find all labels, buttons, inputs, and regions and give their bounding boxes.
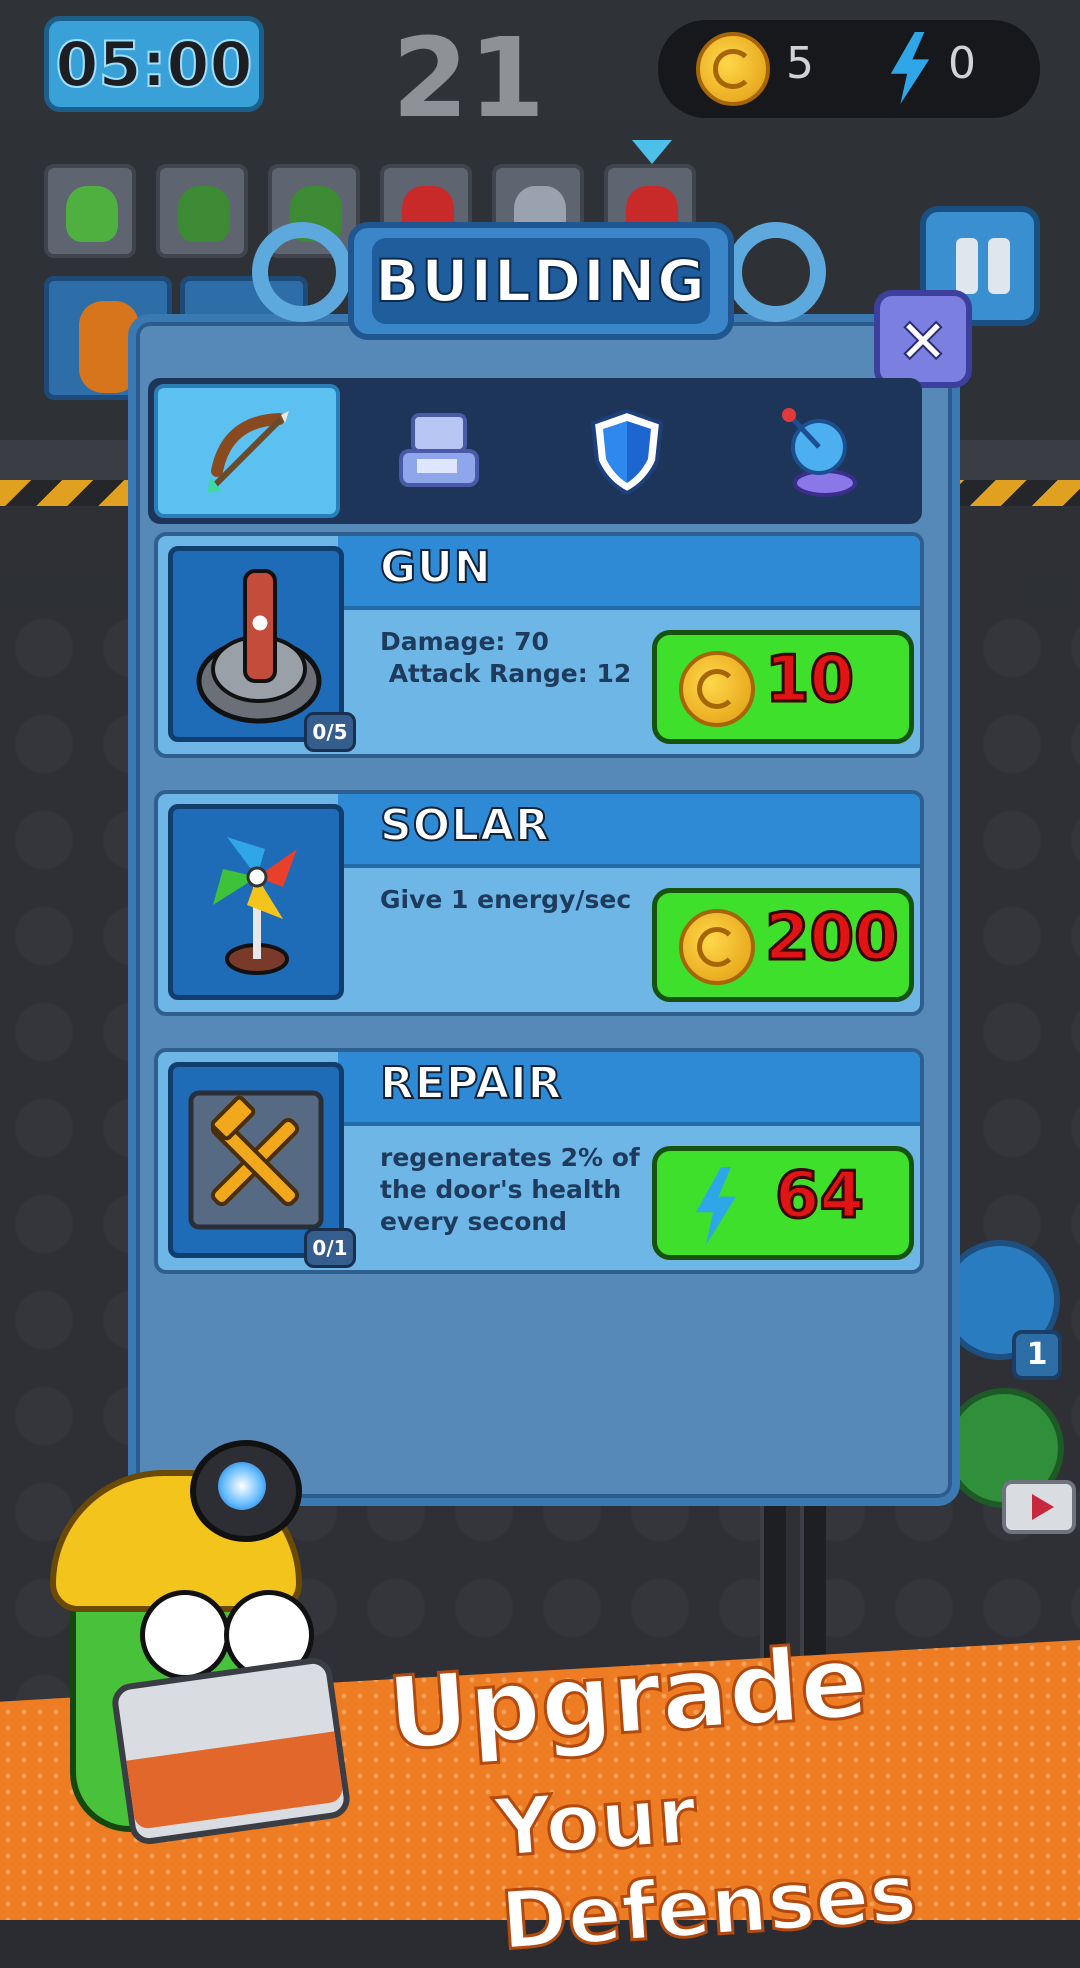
treasure-chest-icon (109, 1655, 353, 1847)
bow-arrow-icon (207, 411, 289, 493)
coin-icon (679, 909, 755, 985)
buy-gun-button[interactable]: 10 (652, 630, 914, 744)
satellite-dish-icon (782, 408, 857, 497)
item-name: SOLAR (379, 799, 551, 852)
buy-repair-button[interactable]: 64 (652, 1146, 914, 1260)
lightning-icon (696, 1167, 736, 1245)
promo-subheadline: Your Defenses (490, 1767, 921, 1968)
build-count-badge: 0/5 (304, 712, 356, 752)
green-miner-icon (66, 186, 118, 242)
item-name: GUN (379, 541, 492, 594)
play-ad-button[interactable] (1002, 1480, 1076, 1534)
price: 10 (763, 642, 855, 719)
desc-line: Damage: 70 (380, 627, 549, 656)
tab-radar[interactable] (726, 384, 912, 518)
price: 64 (773, 1158, 865, 1235)
building-card-repair: 0/1 REPAIR regenerates 2% of the door's … (154, 1048, 924, 1274)
atm-icon (399, 413, 479, 487)
enemy-queue-slot (156, 164, 248, 258)
tools-icon (188, 1090, 324, 1230)
desc-line: Attack Range: 12 (380, 659, 632, 688)
shield-icon (590, 408, 664, 496)
item-name: REPAIR (379, 1057, 563, 1110)
resource-bar: 5 0 (658, 20, 1040, 118)
modal-title-banner: BUILDING (348, 222, 734, 340)
close-button[interactable]: × (874, 290, 972, 388)
desc-line: Give 1 energy/sec (380, 885, 632, 914)
desc-line: every second (380, 1207, 568, 1236)
tab-economy[interactable] (344, 384, 530, 518)
desc-line: regenerates 2% of (380, 1143, 640, 1172)
turret-icon (196, 569, 322, 724)
tab-attack[interactable] (154, 384, 340, 518)
enemy-queue-slot (44, 164, 136, 258)
energy-count: 0 (948, 38, 976, 89)
item-description: Give 1 energy/sec (380, 884, 680, 916)
pause-icon (956, 238, 978, 294)
item-description: regenerates 2% of the door's health ever… (380, 1142, 680, 1238)
wrench-ornament-right (726, 222, 826, 322)
building-card-gun: 0/5 GUN Damage: 70 Attack Range: 12 10 (154, 532, 924, 758)
queue-pointer-icon (632, 140, 672, 164)
build-count-badge: 0/1 (304, 1228, 356, 1268)
lightning-icon (890, 32, 930, 104)
pinwheel-icon (213, 837, 297, 975)
play-icon (1032, 1494, 1054, 1520)
coin-icon (679, 651, 755, 727)
modal-title: BUILDING (374, 246, 707, 316)
tab-defense[interactable] (534, 384, 720, 518)
buy-solar-button[interactable]: 200 (652, 888, 914, 1002)
timer-value: 05:00 (54, 27, 253, 102)
close-icon: × (896, 302, 950, 375)
item-description: Damage: 70 Attack Range: 12 (380, 626, 680, 690)
wave-number: 21 (392, 14, 546, 142)
wrench-ornament-left (252, 222, 352, 322)
building-card-solar: SOLAR Give 1 energy/sec 200 (154, 790, 924, 1016)
coin-count: 5 (786, 38, 814, 89)
category-tabs (148, 378, 922, 524)
desc-line: the door's health (380, 1175, 622, 1204)
green-soldier-icon (178, 186, 230, 242)
item-image (168, 804, 344, 1000)
coin-icon (696, 32, 770, 106)
mascot-miner-icon (40, 1440, 370, 1860)
shield-count-badge: 1 (1012, 1330, 1062, 1380)
price: 200 (764, 900, 901, 977)
timer: 05:00 (44, 16, 264, 112)
